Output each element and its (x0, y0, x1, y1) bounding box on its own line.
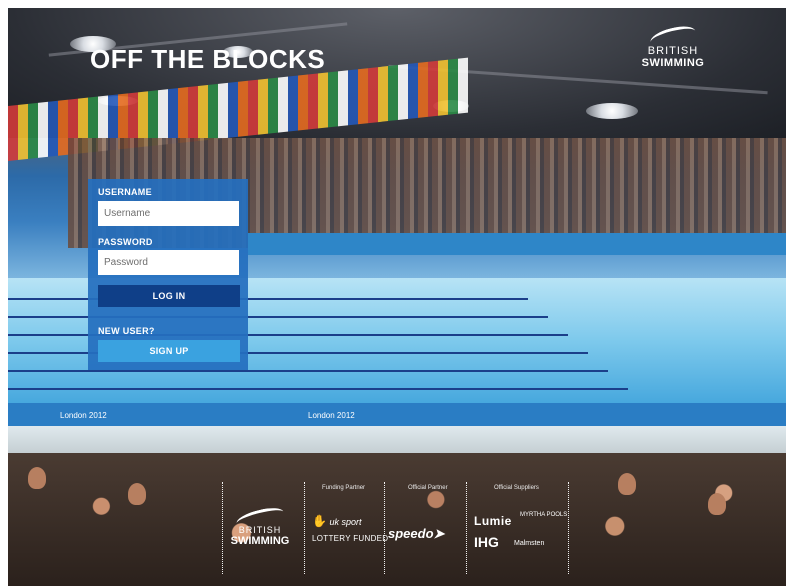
divider (466, 482, 467, 574)
sponsor-strip: Funding Partner Official Partner Officia… (218, 482, 570, 578)
username-input[interactable] (98, 201, 239, 226)
brand-line1: BRITISH (647, 45, 699, 57)
page-title: OFF THE BLOCKS (90, 44, 326, 74)
brand-line2: SWIMMING (641, 57, 705, 69)
ihg-logo: IHG (474, 534, 499, 550)
password-label: PASSWORD (98, 237, 153, 247)
username-label: USERNAME (98, 187, 152, 197)
spectator (708, 493, 726, 515)
banner-text: London 2012 (60, 411, 107, 420)
london-2012-banner (248, 233, 786, 255)
divider (222, 482, 223, 574)
new-user-label: NEW USER? (98, 326, 155, 336)
spectator (128, 483, 146, 505)
banner-text: London 2012 (308, 411, 355, 420)
lumie-logo: Lumie (474, 514, 512, 528)
login-button[interactable]: LOG IN (98, 285, 240, 307)
myrtha-pools-logo: MYRTHA POOLS (520, 512, 568, 518)
british-swimming-logo: BRITISH SWIMMING (638, 22, 708, 78)
uk-sport-logo: ✋ uk sport LOTTERY FUNDED (312, 514, 388, 543)
login-panel: USERNAME PASSWORD LOG IN NEW USER? SIGN … (88, 179, 248, 370)
lottery-hand-icon: ✋ (312, 514, 327, 528)
divider (568, 482, 569, 574)
password-input[interactable] (98, 250, 239, 275)
signup-button[interactable]: SIGN UP (98, 340, 240, 362)
supplier-caption: Official Suppliers (494, 485, 539, 491)
spectator (28, 467, 46, 489)
lane-line (8, 370, 608, 372)
official-caption: Official Partner (408, 485, 448, 491)
speedo-logo: speedo➤ (388, 526, 444, 542)
lane-line (8, 388, 628, 390)
sponsor-text: SWIMMING (230, 535, 290, 547)
malmsten-logo: Malmsten (514, 540, 545, 547)
speedo-boomerang-icon: ➤ (433, 526, 445, 541)
uk-sport-text: uk sport (329, 517, 362, 527)
ceiling-light (586, 103, 638, 119)
british-swimming-sponsor-logo: BRITISH SWIMMING (230, 504, 290, 547)
spectator (618, 473, 636, 495)
lottery-text: LOTTERY FUNDED (312, 534, 389, 543)
divider (304, 482, 305, 574)
speedo-text: speedo (388, 526, 434, 541)
funding-caption: Funding Partner (322, 485, 366, 491)
lane-line (8, 298, 528, 300)
